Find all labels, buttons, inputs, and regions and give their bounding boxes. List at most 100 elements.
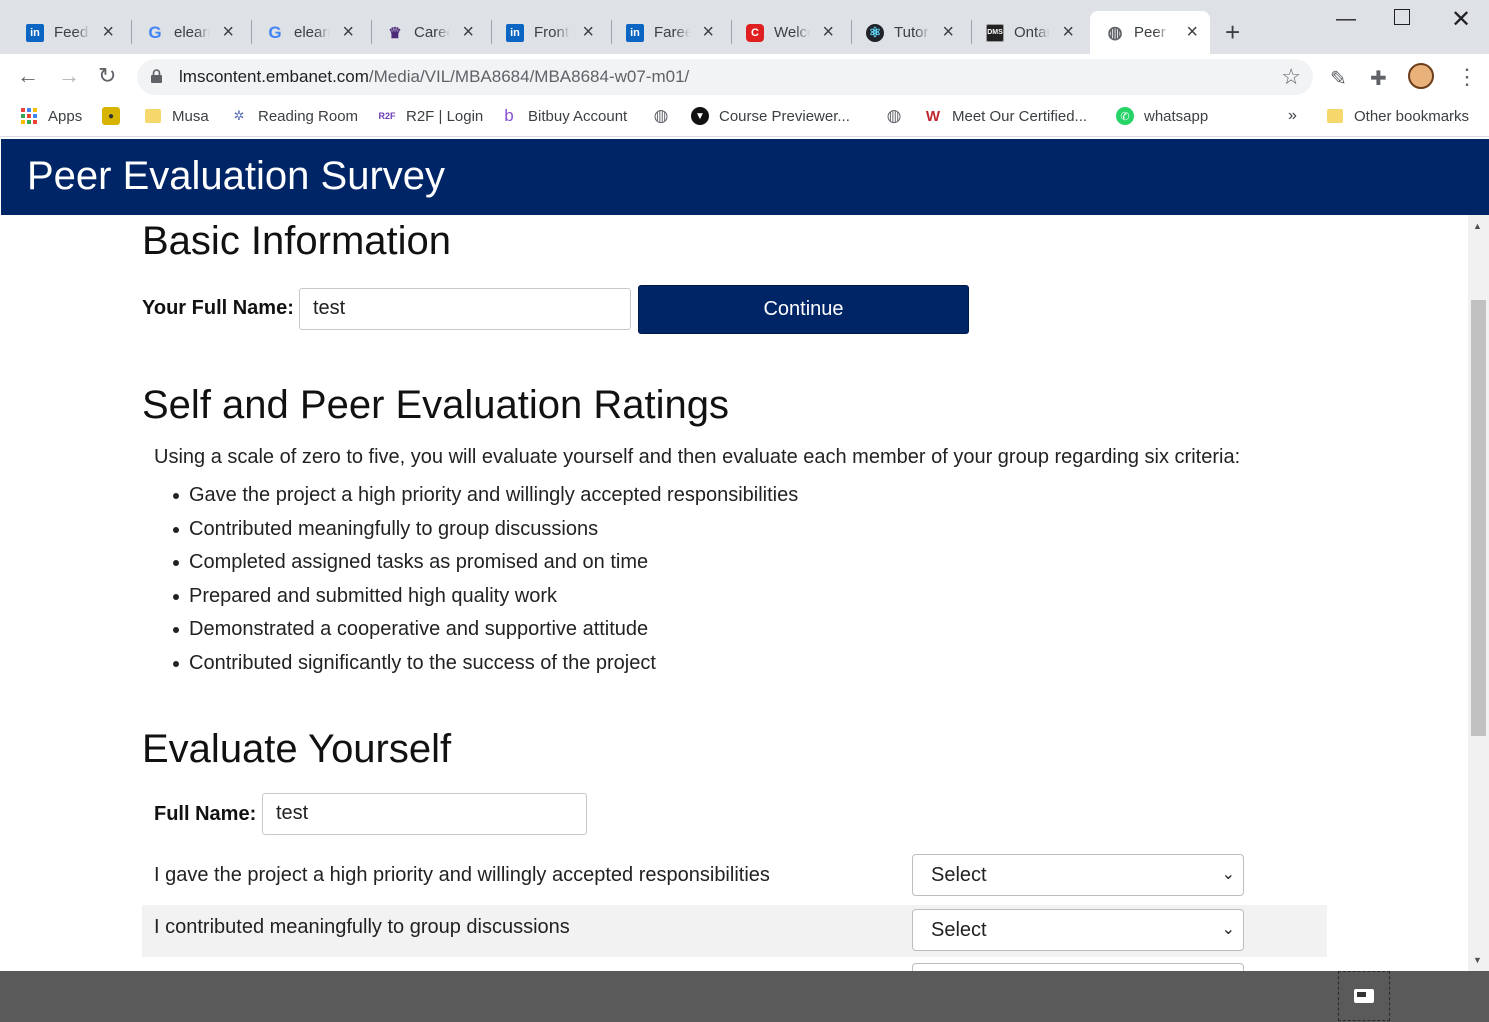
close-tab-icon[interactable]: ×	[462, 21, 474, 43]
close-window-icon[interactable]: ✕	[1451, 5, 1471, 34]
self-question-row: I contributed meaningfully to group disc…	[142, 905, 1327, 957]
list-item: Prepared and submitted high quality work	[172, 584, 798, 618]
url-text: lmscontent.embanet.com/Media/VIL/MBA8684…	[179, 67, 689, 87]
tab-title: Welco	[774, 24, 810, 41]
close-tab-icon[interactable]: ×	[582, 21, 594, 43]
self-question-row	[142, 957, 1327, 971]
bookmark-label: Other bookmarks	[1354, 107, 1470, 125]
scroll-down-icon[interactable]: ▼	[1473, 955, 1482, 965]
folder-icon	[1326, 107, 1344, 125]
list-item: Contributed significantly to the success…	[172, 651, 798, 685]
bookmark-whatsapp[interactable]: ✆ whatsapp	[1116, 107, 1208, 125]
address-bar[interactable]: lmscontent.embanet.com/Media/VIL/MBA8684…	[137, 59, 1313, 95]
close-tab-icon[interactable]: ×	[102, 21, 114, 43]
tab-ontario[interactable]: DMS Ontar ×	[966, 11, 1086, 54]
close-tab-icon[interactable]: ×	[702, 21, 714, 43]
forward-icon[interactable]: →	[58, 64, 80, 88]
question-text: I contributed meaningfully to group disc…	[154, 916, 570, 938]
self-question-row: I gave the project a high priority and w…	[142, 853, 1327, 905]
full-name-input[interactable]: test	[299, 288, 631, 330]
bookmark-r2f[interactable]: R2F R2F | Login	[378, 107, 483, 125]
network-icon: ✲	[233, 108, 245, 123]
picture-in-picture-button[interactable]	[1338, 971, 1390, 1021]
page-header: Peer Evaluation Survey	[1, 139, 1489, 215]
tab-fareed[interactable]: in Fareed ×	[606, 11, 726, 54]
maximize-icon[interactable]	[1394, 9, 1410, 25]
whatsapp-icon: ✆	[1116, 107, 1134, 125]
bookmark-label: whatsapp	[1144, 107, 1209, 125]
bookmark-meet-certified[interactable]: W Meet Our Certified...	[924, 107, 1087, 125]
tab-title: Peer E	[1134, 24, 1170, 41]
page-title: Peer Evaluation Survey	[27, 154, 446, 198]
tab-strip: in Feed | × G elearn × G elearn × ♛ Care…	[0, 0, 1489, 54]
bookmark-label: R2F | Login	[406, 107, 484, 125]
certified-icon: W	[925, 107, 941, 125]
google-icon: G	[148, 22, 162, 42]
bookmarks-overflow-button[interactable]: »	[1288, 107, 1297, 125]
bookmark-image[interactable]: ●	[102, 107, 130, 125]
close-tab-icon[interactable]: ×	[1062, 21, 1074, 43]
evaluate-yourself-heading: Evaluate Yourself	[142, 727, 452, 771]
profile-avatar[interactable]	[1408, 63, 1434, 89]
self-name-label: Full Name:	[154, 803, 257, 825]
bookmark-image-icon: ●	[102, 107, 120, 125]
back-icon[interactable]: ←	[17, 64, 39, 88]
bookmark-course-previewer[interactable]: ▼ Course Previewer...	[691, 107, 850, 125]
list-item: Demonstrated a cooperative and supportiv…	[172, 617, 798, 651]
bookmark-bitbuy[interactable]: b Bitbuy Account	[500, 106, 628, 125]
bookmark-label: Musa	[172, 107, 209, 125]
tab-peer-evaluation[interactable]: ◍ Peer E ×	[1090, 11, 1210, 54]
rating-select[interactable]: Select ⌄	[912, 854, 1244, 896]
overflow-chevron-icon: »	[1288, 107, 1297, 124]
bookmark-star-icon[interactable]: ☆	[1281, 64, 1301, 90]
eyedropper-extension-icon[interactable]: ✎	[1330, 66, 1347, 91]
tab-welcome[interactable]: C Welco ×	[726, 11, 846, 54]
rating-select[interactable]: Select ⌄	[912, 909, 1244, 951]
chevron-down-icon: ⌄	[1221, 921, 1235, 938]
continue-button[interactable]: Continue	[638, 285, 969, 334]
close-tab-icon[interactable]: ×	[342, 21, 354, 43]
self-name-input[interactable]: test	[262, 793, 587, 835]
close-tab-icon[interactable]: ×	[1186, 21, 1198, 43]
scroll-up-icon[interactable]: ▲	[1473, 221, 1482, 231]
url-path: /Media/VIL/MBA8684/MBA8684-w07-m01/	[368, 67, 690, 86]
c-logo-icon: C	[746, 23, 764, 42]
bookmark-reading-room[interactable]: ✲ Reading Room	[230, 107, 359, 125]
menu-kebab-icon[interactable]: ⋮	[1456, 64, 1478, 90]
tab-elearn-1[interactable]: G elearn ×	[126, 11, 246, 54]
close-tab-icon[interactable]: ×	[942, 21, 954, 43]
bookmark-label: Course Previewer...	[719, 107, 850, 125]
tab-elearn-2[interactable]: G elearn ×	[246, 11, 366, 54]
question-text: I gave the project a high priority and w…	[154, 864, 770, 886]
tab-feed[interactable]: in Feed | ×	[6, 11, 126, 54]
bookmark-globe-1[interactable]: ◍	[652, 106, 680, 125]
bookmark-apps[interactable]: Apps	[20, 107, 82, 125]
apps-grid-icon	[20, 107, 38, 125]
minimize-icon[interactable]: —	[1336, 8, 1356, 31]
close-tab-icon[interactable]: ×	[222, 21, 234, 43]
tab-career[interactable]: ♛ Career ×	[366, 11, 486, 54]
bookmark-globe-2[interactable]: ◍	[885, 106, 913, 125]
browser-toolbar: ← → ↻ lmscontent.embanet.com/Media/VIL/M…	[0, 54, 1489, 99]
bookmark-label: Bitbuy Account	[528, 107, 628, 125]
bookmark-other[interactable]: Other bookmarks	[1326, 107, 1469, 125]
rating-select[interactable]	[912, 963, 1244, 971]
new-tab-button[interactable]: +	[1225, 19, 1240, 45]
tab-title: Fronte	[534, 24, 570, 41]
bottom-bar	[0, 971, 1489, 1022]
extensions-puzzle-icon[interactable]: ✚	[1370, 66, 1387, 91]
dms-icon: DMS	[986, 23, 1004, 42]
tab-title: Ontar	[1014, 24, 1050, 41]
reload-icon[interactable]: ↻	[98, 64, 116, 88]
scrollbar-thumb[interactable]	[1471, 300, 1486, 736]
google-icon: G	[268, 22, 282, 42]
page-scrollbar[interactable]: ▲ ▼	[1468, 215, 1489, 971]
bookmark-musa[interactable]: Musa	[144, 107, 209, 125]
tab-tutorial[interactable]: ⚛ Tutori ×	[846, 11, 966, 54]
lock-icon	[151, 69, 162, 83]
linkedin-icon: in	[506, 23, 524, 42]
close-tab-icon[interactable]: ×	[822, 21, 834, 43]
tab-title: Fareed	[654, 24, 690, 41]
linkedin-icon: in	[26, 23, 44, 42]
tab-fronte[interactable]: in Fronte ×	[486, 11, 606, 54]
